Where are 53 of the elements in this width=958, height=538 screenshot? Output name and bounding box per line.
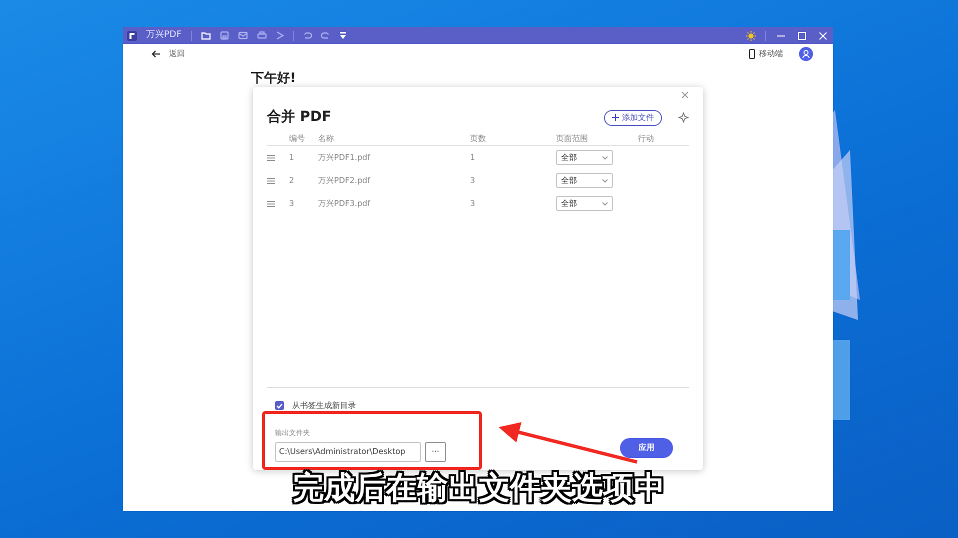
page-range-select[interactable]: 全部 [556, 196, 613, 211]
drag-handle-icon[interactable] [267, 178, 275, 184]
send-icon[interactable] [276, 31, 284, 40]
bookmark-checkbox[interactable]: 从书签生成新目录 [275, 400, 689, 412]
add-file-button[interactable]: 添加文件 [604, 110, 662, 126]
column-header: 名称 [318, 132, 335, 144]
page-count: 1 [470, 152, 476, 164]
back-link[interactable]: 返回 [151, 48, 185, 60]
avatar-icon[interactable] [799, 47, 813, 61]
maximize-icon[interactable] [796, 30, 808, 40]
chevron-down-icon [602, 178, 608, 182]
browse-button[interactable]: ··· [425, 442, 446, 462]
page-range-select[interactable]: 全部 [556, 150, 613, 165]
app-title: 万兴PDF [146, 28, 182, 42]
apply-button[interactable]: 应用 [620, 438, 673, 458]
column-header: 页面范围 [556, 132, 589, 144]
column-header: 页数 [470, 132, 487, 144]
column-header: 编号 [289, 132, 306, 144]
row-number: 3 [289, 198, 296, 210]
plus-icon [612, 114, 619, 121]
chevron-down-icon [602, 202, 608, 206]
back-arrow-icon [151, 50, 161, 58]
row-number: 2 [289, 174, 296, 186]
greeting-text: 下午好! [251, 70, 296, 87]
checkmark-icon [276, 402, 283, 408]
sun-icon[interactable] [746, 30, 756, 40]
dialog-title: 合并 PDF [267, 108, 332, 127]
page-count: 3 [470, 198, 476, 210]
phone-icon [749, 49, 755, 59]
video-subtitle: 完成后在输出文件夹选项中 [290, 468, 666, 508]
app-logo-icon [127, 30, 137, 40]
close-icon[interactable] [817, 30, 829, 40]
mobile-link[interactable]: 移动端 [749, 48, 783, 60]
page-count: 3 [470, 174, 476, 186]
dropdown-icon[interactable] [338, 31, 347, 40]
chevron-down-icon [602, 156, 608, 160]
folder-icon[interactable] [200, 31, 211, 40]
drag-handle-icon[interactable] [267, 154, 275, 160]
undo-icon[interactable] [302, 31, 312, 40]
sparkle-icon[interactable] [678, 112, 689, 123]
mail-icon[interactable] [238, 31, 248, 40]
file-name: 万兴PDF1.pdf [318, 152, 372, 164]
close-icon[interactable] [681, 91, 689, 99]
print-icon[interactable] [256, 31, 267, 40]
drag-handle-icon[interactable] [267, 200, 275, 206]
page-range-select[interactable]: 全部 [556, 173, 613, 188]
redo-icon[interactable] [320, 31, 330, 40]
file-name: 万兴PDF2.pdf [318, 174, 372, 186]
column-header: 行动 [638, 132, 655, 144]
output-folder-field[interactable]: C:\Users\Administrator\Desktop [275, 442, 421, 462]
file-name: 万兴PDF3.pdf [318, 198, 372, 210]
save-icon[interactable] [220, 31, 229, 40]
row-number: 1 [289, 152, 296, 164]
